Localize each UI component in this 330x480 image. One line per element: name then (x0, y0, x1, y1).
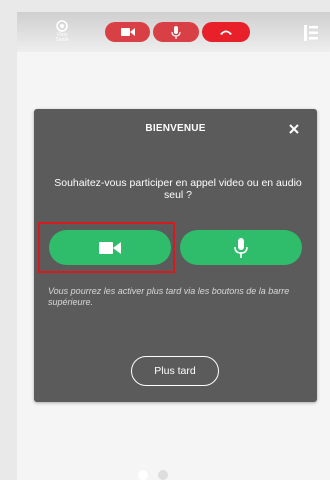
video-call-button[interactable] (49, 230, 171, 265)
hint-text: Vous pourrez les activer plus tard via l… (48, 286, 290, 307)
camera-icon (120, 28, 135, 36)
microphone-icon (171, 25, 181, 39)
menu-icon[interactable] (304, 25, 318, 41)
audio-call-button[interactable] (180, 230, 302, 265)
page-dot (158, 470, 168, 480)
top-bar: Visio Santé (17, 12, 330, 52)
welcome-dialog: BIENVENUE Souhaitez-vous participer en a… (34, 109, 317, 402)
logo-text: Visio Santé (55, 32, 69, 43)
toggle-mic-button[interactable] (153, 22, 199, 42)
page-indicator (138, 470, 178, 480)
close-icon[interactable] (287, 122, 301, 136)
camera-icon (99, 241, 121, 254)
page-dot (138, 470, 148, 480)
phone-hangup-icon (220, 30, 232, 35)
app-stage: Visio Santé BIENVENUE Souhaitez-vous par… (17, 12, 330, 480)
call-mode-question: Souhaitez-vous participer en appel video… (54, 177, 302, 201)
dialog-title: BIENVENUE (145, 123, 206, 134)
logo-icon (56, 20, 68, 32)
app-logo: Visio Santé (51, 20, 73, 43)
microphone-icon (234, 237, 248, 258)
hang-up-button[interactable] (202, 22, 250, 42)
later-button[interactable]: Plus tard (131, 356, 219, 386)
toggle-video-button[interactable] (105, 22, 150, 42)
